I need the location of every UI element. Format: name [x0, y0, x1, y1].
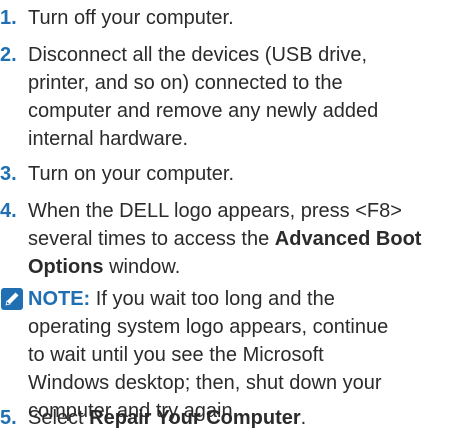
- step-line: computer and remove any newly added: [28, 100, 379, 122]
- step-text: Select Repair Your Computer.: [28, 404, 448, 432]
- step-text: Turn off your computer.: [28, 4, 448, 32]
- instruction-document: 1. Turn off your computer. 2. Disconnect…: [0, 0, 454, 436]
- step-number: 2.: [0, 44, 17, 66]
- step-number: 4.: [0, 200, 17, 222]
- step-line-prefix: Select: [28, 407, 90, 429]
- step-line: Select Repair Your Computer.: [28, 404, 448, 432]
- step-line-suffix: .: [300, 407, 307, 429]
- step-line: Options window.: [28, 253, 448, 281]
- step-line: When the DELL logo appears, press <F8>: [28, 200, 402, 222]
- note-label: NOTE:: [28, 288, 91, 310]
- options-text: Options: [28, 256, 104, 278]
- step-number: 3.: [0, 163, 17, 185]
- step-text: When the DELL logo appears, press <F8> s…: [28, 197, 448, 281]
- step-line: Turn on your computer.: [28, 163, 235, 185]
- note-line: NOTE: If you wait too long and the: [28, 285, 448, 313]
- repair-your-computer-text: Repair Your Computer: [89, 407, 301, 429]
- note-line: Windows desktop; then, shut down your: [28, 372, 382, 394]
- step-text: Disconnect all the devices (USB drive, p…: [28, 41, 448, 153]
- note-line-text: If you wait too long and the: [90, 288, 335, 310]
- step-line-prefix: several times to access the: [28, 228, 275, 250]
- step-number: 5.: [0, 407, 17, 429]
- advanced-boot-text: Advanced Boot: [274, 228, 422, 250]
- note-line: operating system logo appears, continue: [28, 316, 389, 338]
- pencil-note-icon: [1, 288, 23, 310]
- step-number: 1.: [0, 7, 17, 29]
- step-line: printer, and so on) connected to the: [28, 72, 343, 94]
- step-line-suffix: window.: [103, 256, 181, 278]
- step-text: Turn on your computer.: [28, 160, 448, 188]
- step-line: Turn off your computer.: [28, 7, 234, 29]
- step-line: Disconnect all the devices (USB drive,: [28, 44, 368, 66]
- note-line: to wait until you see the Microsoft: [28, 344, 324, 366]
- step-line: internal hardware.: [28, 128, 189, 150]
- step-line: several times to access the Advanced Boo…: [28, 225, 448, 253]
